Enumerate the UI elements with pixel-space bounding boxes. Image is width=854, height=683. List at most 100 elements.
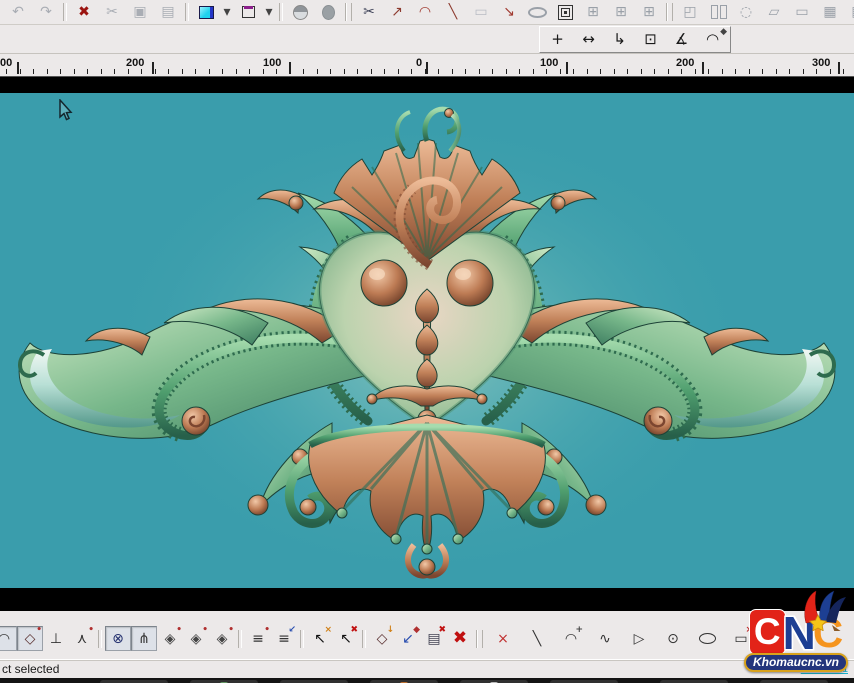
- show-axes-icon: ⊥: [50, 632, 62, 646]
- draw-polygon-button[interactable]: ▷: [626, 626, 652, 651]
- mode-arc-segment-button[interactable]: ◠: [0, 626, 17, 651]
- draw-slant-line-button[interactable]: ╲: [439, 1, 467, 24]
- draw-spline-icon: ∿: [599, 632, 611, 646]
- redo-button[interactable]: ↷: [32, 1, 60, 24]
- measure-point-button[interactable]: +: [542, 28, 573, 52]
- ruler-minor-tick: [479, 69, 480, 74]
- toolbar-separator: [63, 3, 67, 21]
- delete-button[interactable]: ✖: [70, 1, 98, 24]
- scale-object-button[interactable]: ◰: [676, 1, 704, 24]
- mode-node-edit-button[interactable]: ◇•: [17, 626, 43, 651]
- select-snap-button[interactable]: ↖×: [307, 626, 333, 651]
- ruler-minor-tick: [843, 69, 844, 74]
- select-delete-badge: ✖: [350, 626, 358, 635]
- node-corner-c-button[interactable]: ◈•: [209, 626, 235, 651]
- ruler-minor-tick: [749, 69, 750, 74]
- copy-button[interactable]: ▣: [126, 1, 154, 24]
- measure-distance-button[interactable]: ↔: [573, 28, 604, 52]
- copy-object-a-icon: ⊞: [587, 5, 599, 19]
- wireframe-view-button[interactable]: [234, 1, 262, 24]
- draw-circle-button[interactable]: ⊙: [660, 626, 686, 651]
- snap-move-node-button[interactable]: ↘: [495, 1, 523, 24]
- view-axis-3d-button[interactable]: ⋔: [131, 626, 157, 651]
- ruler-minor-tick: [60, 69, 61, 74]
- ruler-minor-tick: [533, 69, 534, 74]
- draw-point-button[interactable]: ×: [490, 626, 516, 651]
- flat-rectangle-button[interactable]: ▭: [788, 1, 816, 24]
- render-flat-light-icon: [322, 5, 335, 20]
- render-flat-light-button[interactable]: [314, 1, 342, 24]
- flat-ellipse-button[interactable]: [523, 1, 551, 24]
- skew-object-button[interactable]: ▱: [760, 1, 788, 24]
- offset-contour-button[interactable]: [551, 1, 579, 24]
- mirror-object-icon: [711, 5, 718, 19]
- ruler-major-tick: [426, 62, 428, 74]
- polygon-dotted-button[interactable]: ◌: [732, 1, 760, 24]
- cut-button[interactable]: ✂: [98, 1, 126, 24]
- tangent-handles-button[interactable]: ⋏•: [69, 626, 95, 651]
- ruler-minor-tick: [735, 69, 736, 74]
- delete-node-list-button[interactable]: ▤✖: [421, 626, 447, 651]
- ruler-minor-tick: [398, 69, 399, 74]
- wireframe-view-dropdown-button[interactable]: ▾: [262, 1, 276, 24]
- array-copy-button[interactable]: ▦: [816, 1, 844, 24]
- trim-vectors-button[interactable]: ✂: [355, 1, 383, 24]
- fillet-arc-button[interactable]: ◠: [411, 1, 439, 24]
- ruler-minor-tick: [141, 69, 142, 74]
- shaded-view-button[interactable]: [192, 1, 220, 24]
- polygon-dotted-icon: ◌: [740, 5, 752, 19]
- ruler-minor-tick: [722, 69, 723, 74]
- array-copy-2-button[interactable]: ▦: [844, 1, 854, 24]
- windows-taskbar: [0, 678, 854, 683]
- draw-spline-button[interactable]: ∿: [592, 626, 618, 651]
- ruler-major-tick: [702, 62, 704, 74]
- copy-outline-icon: ▭: [474, 5, 487, 19]
- view-sphere-button[interactable]: ⊗: [105, 626, 131, 651]
- show-axes-button[interactable]: ⊥: [43, 626, 69, 651]
- undo-button[interactable]: ↶: [4, 1, 32, 24]
- ruler-minor-tick: [114, 69, 115, 74]
- copy-outline-button[interactable]: ▭: [467, 1, 495, 24]
- node-corner-a-button[interactable]: ◈•: [157, 626, 183, 651]
- view-sphere-icon: ⊗: [112, 632, 124, 646]
- render-top-light-button[interactable]: [286, 1, 314, 24]
- model-viewport[interactable]: [0, 93, 854, 588]
- paste-button[interactable]: ▤: [154, 1, 182, 24]
- measure-angle-button[interactable]: ∡: [666, 28, 697, 52]
- delete-vectors-button[interactable]: ✖: [447, 626, 473, 651]
- insert-node-badge: ◆: [413, 626, 420, 635]
- ruler-minor-tick: [560, 69, 561, 74]
- shaded-view-dropdown-button[interactable]: ▾: [220, 1, 234, 24]
- watermark-logo: C N C Khomaucnc.vn: [740, 609, 852, 672]
- paste-icon: ▤: [161, 5, 174, 19]
- draw-ellipse-button[interactable]: [694, 626, 720, 651]
- ruler-minor-tick: [641, 69, 642, 74]
- layer-stack-import-button[interactable]: ≡↙: [271, 626, 297, 651]
- ruler-minor-tick: [465, 69, 466, 74]
- delete-icon: ✖: [78, 5, 90, 19]
- draw-arc-button[interactable]: ◠+: [558, 626, 584, 651]
- trim-vectors-icon: ✂: [363, 5, 375, 19]
- draw-line-button[interactable]: ╲: [524, 626, 550, 651]
- ruler-minor-tick: [303, 69, 304, 74]
- move-node-button[interactable]: ◇↓: [369, 626, 395, 651]
- insert-node-button[interactable]: ↙◆: [395, 626, 421, 651]
- ruler-label: 200: [126, 57, 144, 69]
- node-corner-c-badge: •: [228, 626, 234, 635]
- extend-vector-button[interactable]: ↗: [383, 1, 411, 24]
- measure-rect-button[interactable]: ⊡: [635, 28, 666, 52]
- select-delete-button[interactable]: ↖✖: [333, 626, 359, 651]
- draw-circle-icon: ⊙: [667, 632, 679, 646]
- copy-object-a-button[interactable]: ⊞: [579, 1, 607, 24]
- mirror-object-button[interactable]: [704, 1, 732, 24]
- toolbar-sub-row: +↔↳⊡∡◠◆: [0, 25, 854, 54]
- node-corner-b-button[interactable]: ◈•: [183, 626, 209, 651]
- layer-stack-button[interactable]: ≡•: [245, 626, 271, 651]
- skew-object-icon: ▱: [769, 5, 780, 19]
- shaded-view-dropdown-icon: ▾: [223, 5, 230, 19]
- measure-arc-button[interactable]: ◠◆: [697, 28, 728, 52]
- ruler-minor-tick: [573, 69, 574, 74]
- copy-object-b-button[interactable]: ⊞: [607, 1, 635, 24]
- copy-object-c-button[interactable]: ⊞: [635, 1, 663, 24]
- measure-path-button[interactable]: ↳: [604, 28, 635, 52]
